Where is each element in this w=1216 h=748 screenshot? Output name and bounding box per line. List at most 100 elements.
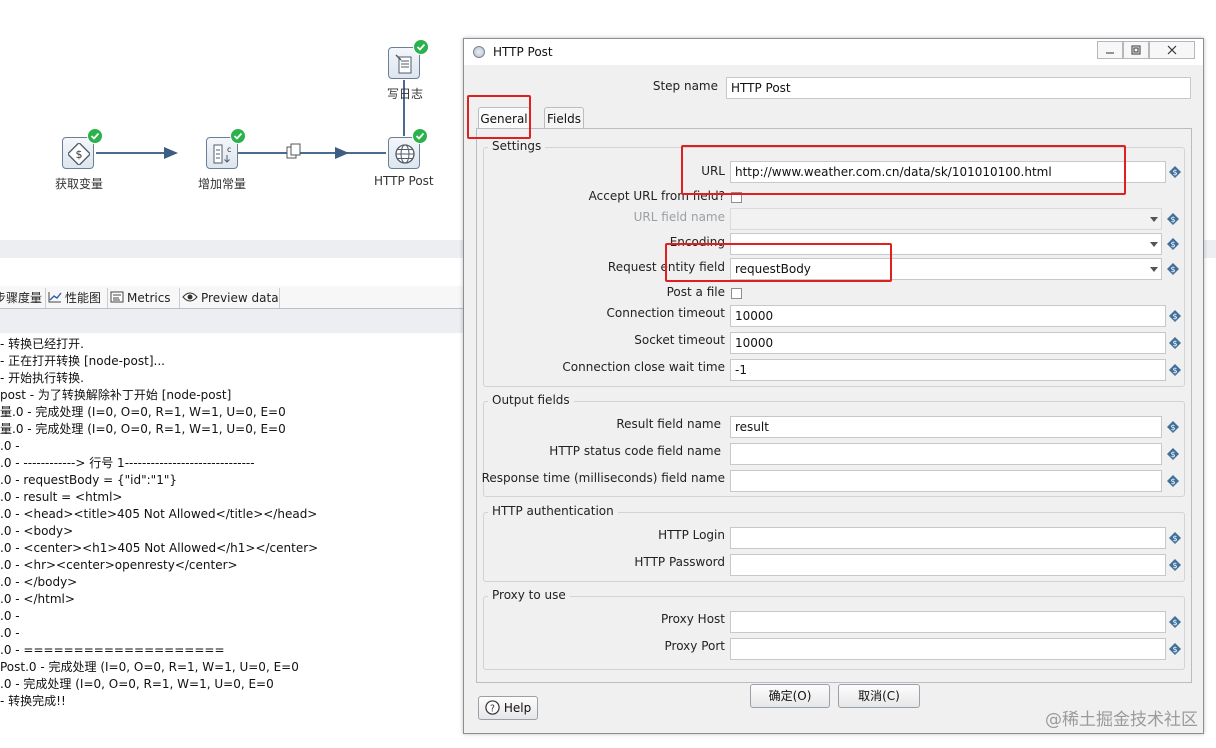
socket-timeout-input[interactable]: 10000 xyxy=(730,332,1166,354)
log-line: 量.0 - 完成处理 (I=0, O=0, R=1, W=1, U=0, E=0 xyxy=(0,422,286,436)
post-file-checkbox[interactable] xyxy=(731,288,742,299)
help-button[interactable]: ? Help xyxy=(478,696,538,720)
tab-fields[interactable]: Fields xyxy=(544,107,584,129)
ok-button[interactable]: 确定(O) xyxy=(750,684,830,708)
post-file-label: Post a file xyxy=(666,285,725,299)
close-wait-label: Connection close wait time xyxy=(562,360,725,374)
connection-timeout-input[interactable]: 10000 xyxy=(730,305,1166,327)
success-check-icon xyxy=(413,39,429,55)
performance-chart-icon xyxy=(48,289,62,309)
log-line: .0 - </html> xyxy=(0,592,75,606)
variable-icon[interactable]: $ xyxy=(1169,337,1181,349)
variable-icon[interactable]: $ xyxy=(1167,213,1179,225)
proxy-port-input[interactable] xyxy=(730,638,1166,660)
step-label: HTTP Post xyxy=(374,174,434,188)
svg-text:$: $ xyxy=(1172,339,1177,348)
encoding-combo[interactable] xyxy=(730,233,1162,255)
dropdown-arrow-icon xyxy=(1150,242,1158,247)
variable-icon[interactable]: $ xyxy=(1169,310,1181,322)
http-password-label: HTTP Password xyxy=(634,555,725,569)
variable-icon[interactable]: $ xyxy=(1167,238,1179,250)
svg-text:$: $ xyxy=(1170,477,1175,486)
variable-icon[interactable]: $ xyxy=(1169,559,1181,571)
variable-icon[interactable]: $ xyxy=(1167,448,1179,460)
svg-text:$: $ xyxy=(1172,312,1177,321)
svg-text:$: $ xyxy=(1170,240,1175,249)
maximize-button[interactable] xyxy=(1123,41,1149,59)
metrics-icon xyxy=(110,289,124,309)
dialog-titlebar[interactable]: HTTP Post xyxy=(464,39,1203,65)
log-line: .0 - requestBody = {"id":"1"} xyxy=(0,473,177,487)
log-line: - 转换已经打开. xyxy=(0,337,84,351)
proxy-port-label: Proxy Port xyxy=(664,639,725,653)
minimize-button[interactable] xyxy=(1097,41,1123,59)
log-line: post - 为了转换解除补丁开始 [node-post] xyxy=(0,388,232,402)
close-icon xyxy=(1167,45,1177,55)
response-time-input[interactable] xyxy=(730,470,1162,492)
close-wait-input[interactable]: -1 xyxy=(730,359,1166,381)
http-auth-title: HTTP authentication xyxy=(488,504,618,518)
add-constant-icon: c xyxy=(213,144,231,164)
url-field-name-combo[interactable] xyxy=(730,208,1162,230)
log-line: 量.0 - 完成处理 (I=0, O=0, R=1, W=1, U=0, E=0 xyxy=(0,405,286,419)
variable-icon[interactable]: $ xyxy=(1169,364,1181,376)
cancel-button[interactable]: 取消(C) xyxy=(838,684,920,708)
svg-text:$: $ xyxy=(1170,423,1175,432)
log-line: - 转换完成!! xyxy=(0,694,66,708)
accept-url-checkbox[interactable] xyxy=(731,192,742,203)
write-log-icon xyxy=(395,54,412,74)
response-time-label: Response time (milliseconds) field name xyxy=(481,471,725,485)
dropdown-arrow-icon xyxy=(1150,267,1158,272)
variable-icon[interactable]: $ xyxy=(1169,616,1181,628)
log-line: .0 - xyxy=(0,626,20,640)
url-label: URL xyxy=(701,164,725,178)
app-icon xyxy=(473,46,485,58)
svg-text:$: $ xyxy=(1172,618,1177,627)
variable-icon[interactable]: $ xyxy=(1169,643,1181,655)
log-line: .0 - <body> xyxy=(0,524,74,538)
http-login-input[interactable] xyxy=(730,527,1166,549)
socket-timeout-label: Socket timeout xyxy=(634,333,725,347)
hop-arrow-1 xyxy=(164,147,178,159)
status-code-input[interactable] xyxy=(730,443,1162,465)
variable-icon[interactable]: $ xyxy=(1167,475,1179,487)
tab-metrics[interactable]: Metrics xyxy=(108,288,180,308)
log-line: .0 - <center><h1>405 Not Allowed</h1></c… xyxy=(0,541,319,555)
svg-text:$: $ xyxy=(1172,534,1177,543)
variable-icon[interactable]: $ xyxy=(1167,421,1179,433)
variable-icon[interactable]: $ xyxy=(1169,166,1181,178)
output-fields-title: Output fields xyxy=(488,393,574,407)
hop-2[interactable] xyxy=(238,152,386,154)
tab-general[interactable]: General xyxy=(478,107,530,129)
encoding-label: Encoding xyxy=(669,235,725,249)
svg-text:$: $ xyxy=(1172,366,1177,375)
tab-preview-data[interactable]: Preview data xyxy=(180,288,280,308)
request-entity-combo[interactable]: requestBody xyxy=(730,258,1162,280)
accept-url-label: Accept URL from field? xyxy=(588,189,725,203)
tab-performance-chart[interactable]: 性能图 xyxy=(46,288,108,308)
svg-text:$: $ xyxy=(1170,450,1175,459)
step-name-input[interactable]: HTTP Post xyxy=(726,77,1191,99)
variable-icon[interactable]: $ xyxy=(1167,263,1179,275)
url-field-name-label: URL field name xyxy=(633,210,725,224)
log-line: .0 - xyxy=(0,609,20,623)
step-label: 增加常量 xyxy=(198,177,247,191)
close-button[interactable] xyxy=(1149,41,1195,59)
log-line: .0 - result = <html> xyxy=(0,490,123,504)
get-variable-icon: $ xyxy=(68,143,90,165)
result-field-input[interactable]: result xyxy=(730,416,1162,438)
tab-step-metrics[interactable]: 步骤度量 xyxy=(0,288,46,308)
log-line: - 正在打开转换 [node-post]... xyxy=(0,354,165,368)
execution-log: - 转换已经打开. - 正在打开转换 [node-post]... - 开始执行… xyxy=(0,336,470,710)
variable-icon[interactable]: $ xyxy=(1169,532,1181,544)
step-label: 获取变量 xyxy=(55,177,104,191)
proxy-host-input[interactable] xyxy=(730,611,1166,633)
url-input[interactable]: http://www.weather.com.cn/data/sk/101010… xyxy=(730,161,1166,183)
eye-icon xyxy=(182,289,198,309)
log-line: .0 - </body> xyxy=(0,575,78,589)
svg-text:$: $ xyxy=(1170,215,1175,224)
success-check-icon xyxy=(87,128,103,144)
log-line: Post.0 - 完成处理 (I=0, O=0, R=1, W=1, U=0, … xyxy=(0,660,299,674)
http-password-input[interactable] xyxy=(730,554,1166,576)
svg-text:$: $ xyxy=(1170,265,1175,274)
